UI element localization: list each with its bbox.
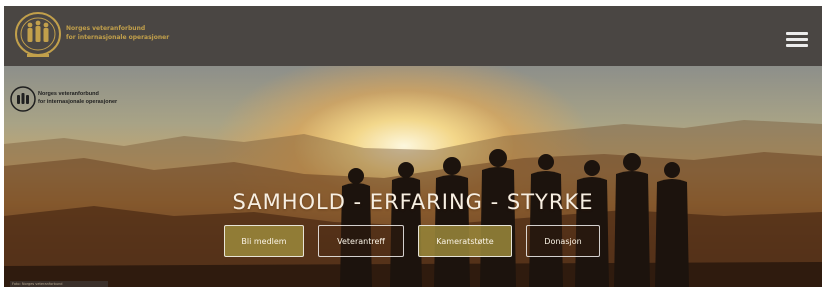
photo-credit: Foto: Norges veteranforbund <box>10 281 108 287</box>
hero-button-group: Bli medlem Veterantreff Kameratstøtte Do… <box>4 225 822 259</box>
hero-emblem-icon <box>10 86 36 112</box>
veteran-meetup-button[interactable]: Veterantreff <box>318 225 404 257</box>
brand-name-line2: for internasjonale operasjoner <box>66 34 170 41</box>
hero-tagline: SAMHOLD - ERFARING - STYRKE <box>232 190 594 214</box>
hamburger-menu-icon[interactable] <box>786 32 808 47</box>
peer-support-button[interactable]: Kameratstøtte <box>418 225 512 257</box>
brand-name-line1: Norges veteranforbund <box>66 25 146 32</box>
brand-name[interactable]: Norges veteranforbund for internasjonale… <box>66 24 169 42</box>
veteran-emblem-icon[interactable] <box>14 10 62 60</box>
donation-button[interactable]: Donasjon <box>526 225 600 257</box>
page-frame: Norges veteranforbund for internasjonale… <box>4 6 822 287</box>
hero-brand-line1: Norges veteranforbund <box>38 91 99 97</box>
join-button[interactable]: Bli medlem <box>224 225 304 257</box>
hero-brand-name: Norges veteranforbund for internasjonale… <box>38 90 117 106</box>
hero-brand-line2: for internasjonale operasjoner <box>38 99 118 105</box>
hero-banner: Norges veteranforbund for internasjonale… <box>4 66 822 287</box>
top-navigation-bar: Norges veteranforbund for internasjonale… <box>4 6 822 66</box>
